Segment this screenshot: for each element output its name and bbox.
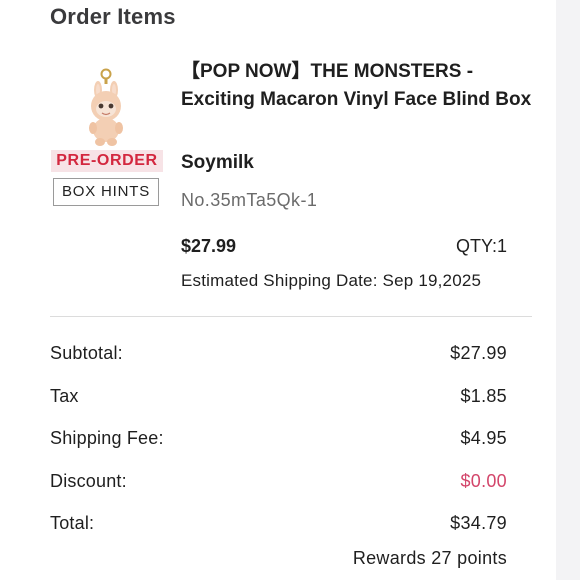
product-price: $27.99 <box>181 236 237 256</box>
subtotal-label: Subtotal: <box>50 343 123 363</box>
discount-label: Discount: <box>50 471 127 491</box>
shipping-fee-label: Shipping Fee: <box>50 428 164 448</box>
product-sku: No.35mTa5Qk-1 <box>181 190 318 210</box>
tax-label: Tax <box>50 386 79 406</box>
order-items-card: Order Items PRE-ORDER BOX HINTS 【POP NOW… <box>0 0 556 580</box>
divider <box>50 316 532 317</box>
estimated-shipping-date: Estimated Shipping Date: Sep 19,2025 <box>181 271 482 290</box>
rewards-points: Rewards 27 points <box>352 548 507 568</box>
product-quantity: QTY:1 <box>455 236 507 256</box>
shipping-fee-value: $4.95 <box>460 428 507 448</box>
product-name[interactable]: 【POP NOW】THE MONSTERS - Exciting Macaron… <box>181 58 541 114</box>
total-value: $34.79 <box>450 513 507 533</box>
tax-value: $1.85 <box>460 386 507 406</box>
box-hints-button[interactable]: BOX HINTS <box>53 178 159 206</box>
section-title: Order Items <box>50 4 176 29</box>
subtotal-value: $27.99 <box>450 343 507 363</box>
plush-keychain-figure-icon[interactable] <box>78 68 136 148</box>
discount-value: $0.00 <box>460 471 507 491</box>
total-label: Total: <box>50 513 95 533</box>
product-variant: Soymilk <box>181 152 254 173</box>
preorder-badge: PRE-ORDER <box>51 150 163 172</box>
